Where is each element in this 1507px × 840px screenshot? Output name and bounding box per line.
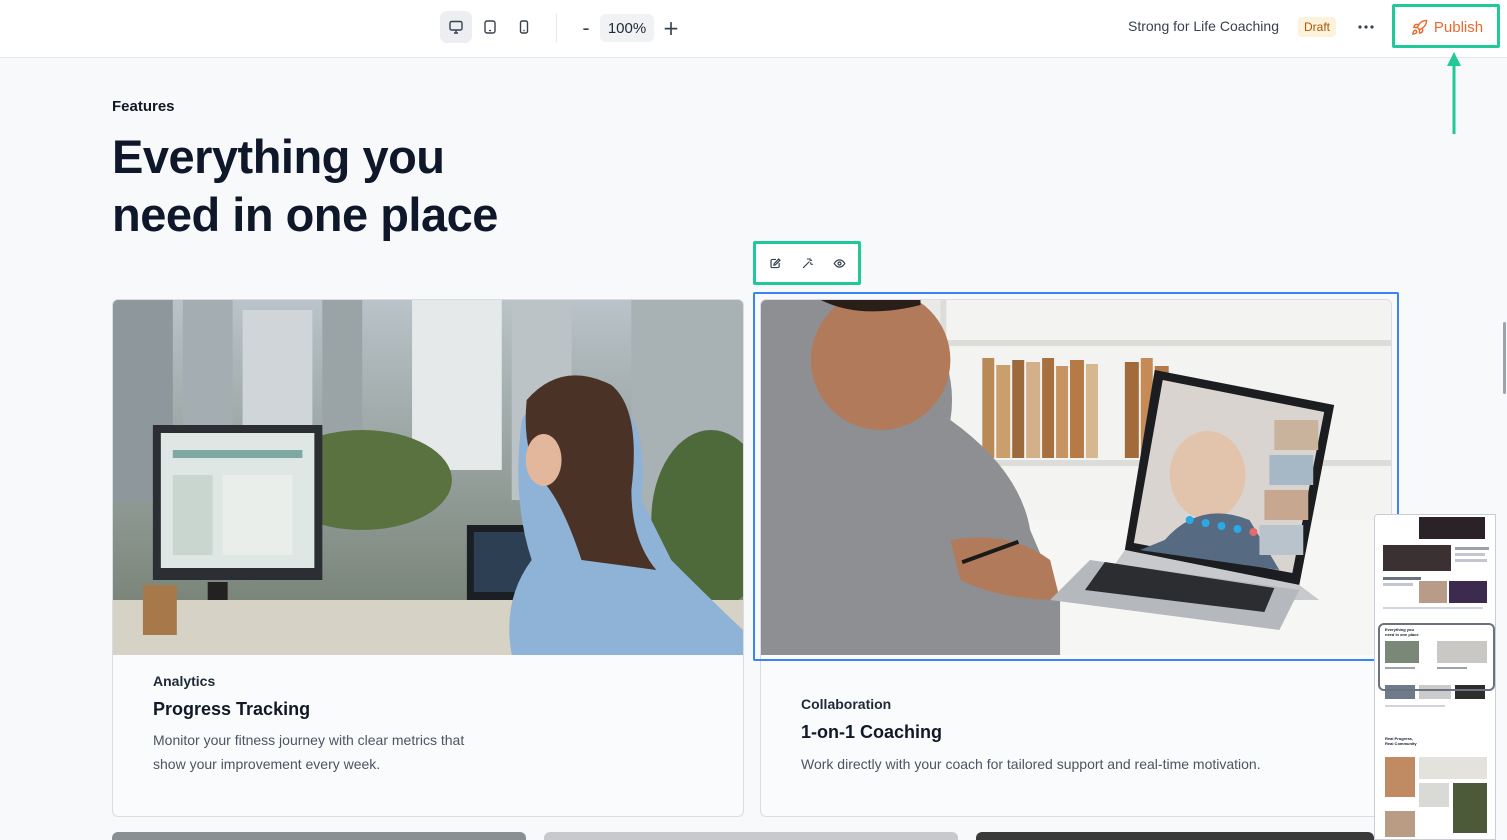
card-description: Monitor your fitness journey with clear … (153, 732, 465, 772)
desktop-icon (449, 20, 463, 34)
card-category: Analytics (153, 673, 216, 689)
status-badge: Draft (1298, 17, 1337, 37)
feature-card-analytics[interactable]: Analytics Progress Tracking Monitor your… (112, 299, 744, 817)
page-minimap[interactable]: Everything you need in one place Real Pr… (1374, 514, 1496, 840)
minimap-headline-4: Real Community (1385, 741, 1417, 746)
card-title: 1-on-1 Coaching (801, 722, 943, 742)
next-card-3[interactable] (976, 832, 1374, 840)
top-toolbar: - 100% + Strong for Life Coaching Draft … (0, 0, 1507, 58)
preview-button[interactable] (829, 253, 849, 273)
ai-magic-button[interactable] (797, 253, 817, 273)
section-eyebrow: Features (112, 98, 175, 115)
minimap-viewport[interactable] (1378, 623, 1495, 691)
magic-wand-icon (802, 257, 813, 268)
more-horizontal-icon (1358, 25, 1374, 29)
mobile-icon (519, 20, 529, 34)
analytics-image (113, 300, 743, 655)
headline-line-2: need in one place (112, 188, 498, 241)
card-description: Work directly with your coach for tailor… (801, 756, 1261, 772)
edit-icon (769, 257, 781, 268)
toolbar-divider (556, 14, 557, 42)
next-card-1[interactable] (112, 832, 526, 840)
zoom-out-button[interactable]: - (575, 14, 597, 42)
publish-button[interactable]: Publish (1396, 8, 1498, 46)
site-name: Strong for Life Coaching (1128, 18, 1279, 34)
tablet-icon (484, 20, 496, 34)
tablet-view-button[interactable] (474, 11, 506, 43)
coaching-image (761, 300, 1391, 655)
zoom-in-button[interactable]: + (660, 14, 682, 42)
desktop-view-button[interactable] (440, 11, 472, 43)
rocket-icon (1411, 19, 1428, 35)
feature-card-collaboration[interactable]: Collaboration 1-on-1 Coaching Work direc… (760, 299, 1392, 817)
card-title: Progress Tracking (153, 699, 311, 719)
more-options-button[interactable] (1354, 14, 1378, 40)
section-headline: Everything you need in one place (112, 128, 592, 244)
element-edit-toolbar (753, 241, 861, 285)
headline-line-1: Everything you (112, 130, 445, 183)
eye-icon (833, 258, 845, 268)
pointer-arrow (1447, 52, 1461, 134)
next-card-2[interactable] (544, 832, 958, 840)
edit-button[interactable] (765, 253, 785, 273)
publish-label: Publish (1433, 18, 1484, 36)
zoom-level[interactable]: 100% (600, 14, 654, 42)
scrollbar-thumb[interactable] (1503, 322, 1506, 394)
mobile-view-button[interactable] (508, 11, 540, 43)
card-category: Collaboration (801, 696, 892, 712)
